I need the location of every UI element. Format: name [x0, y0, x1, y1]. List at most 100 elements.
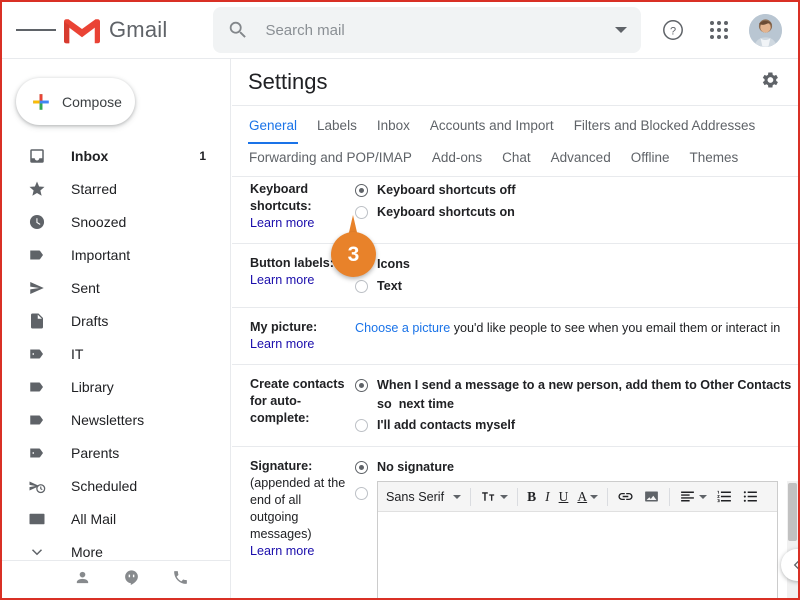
italic-icon[interactable]: I: [545, 489, 550, 505]
learn-more-link[interactable]: Learn more: [250, 215, 314, 232]
setting-label: Signature: (appended at the end of all o…: [250, 458, 348, 598]
gear-icon[interactable]: [760, 70, 780, 95]
chevron-down-icon: [27, 542, 47, 562]
signature-toolbar: Sans Serif B I U A: [378, 482, 777, 512]
font-family-dropdown[interactable]: Sans Serif: [386, 489, 462, 504]
person-icon[interactable]: [74, 569, 91, 591]
chevron-down-icon: [590, 494, 599, 499]
link-icon[interactable]: [617, 488, 634, 505]
setting-options: Choose a picture you'd like people to se…: [348, 319, 798, 353]
sidebar-item-snoozed[interactable]: Snoozed: [2, 205, 220, 238]
help-icon[interactable]: ?: [657, 14, 689, 46]
my-picture-description: Choose a picture you'd like people to se…: [355, 319, 798, 338]
sidebar-item-important[interactable]: Important: [2, 238, 220, 271]
radio-text[interactable]: [355, 280, 368, 293]
gmail-logo[interactable]: Gmail: [64, 17, 167, 44]
plus-icon: [33, 93, 49, 110]
inbox-icon: [27, 146, 47, 166]
format-size-icon[interactable]: [480, 488, 509, 505]
sidebar-item-inbox[interactable]: Inbox 1: [2, 139, 220, 172]
sidebar: Compose Inbox 1 Starred Snoozed Importan…: [2, 59, 231, 598]
radio-add-contacts-myself[interactable]: [355, 419, 368, 432]
toolbar-divider: [470, 487, 472, 506]
app-header: Gmail ?: [2, 2, 798, 59]
tab-accounts-and-import[interactable]: Accounts and Import: [429, 114, 555, 144]
setting-options: Icons Text: [348, 255, 798, 296]
sidebar-item-starred[interactable]: Starred: [2, 172, 220, 205]
option-add-contacts-myself[interactable]: I'll add contacts myself: [355, 416, 798, 435]
radio-auto-add-contacts[interactable]: [355, 379, 368, 392]
draft-icon: [27, 311, 47, 331]
option-text[interactable]: Text: [355, 277, 798, 296]
search-input[interactable]: [265, 21, 608, 39]
settings-tabs: General Labels Inbox Accounts and Import…: [232, 106, 798, 177]
align-left-icon[interactable]: [679, 488, 708, 505]
text-color-letter: A: [577, 488, 588, 504]
apps-grid-icon[interactable]: [703, 14, 735, 46]
sidebar-item-sent[interactable]: Sent: [2, 271, 220, 304]
signature-text-area[interactable]: [378, 512, 777, 598]
option-keyboard-shortcuts-on[interactable]: Keyboard shortcuts on: [355, 203, 798, 222]
choose-a-picture-link[interactable]: Choose a picture: [355, 321, 450, 335]
radio-no-signature[interactable]: [355, 461, 368, 474]
radio-icons[interactable]: [355, 258, 368, 271]
bold-icon[interactable]: B: [527, 489, 536, 505]
radio-custom-signature[interactable]: [355, 487, 368, 500]
hamburger-icon[interactable]: [16, 10, 56, 50]
phone-icon[interactable]: [172, 569, 189, 591]
sidebar-item-label: Scheduled: [71, 477, 138, 494]
chevron-down-icon: [500, 494, 509, 499]
toolbar-divider: [669, 487, 671, 506]
option-icons[interactable]: Icons: [355, 255, 798, 274]
tab-general[interactable]: General: [248, 114, 299, 144]
sidebar-item-parents[interactable]: Parents: [2, 436, 220, 469]
learn-more-link[interactable]: Learn more: [250, 336, 314, 353]
send-icon: [27, 278, 47, 298]
option-auto-add-contacts[interactable]: When I send a message to a new person, a…: [355, 376, 798, 414]
sidebar-item-label: Newsletters: [71, 411, 145, 428]
option-keyboard-shortcuts-off[interactable]: Keyboard shortcuts off: [355, 181, 798, 200]
signature-editor[interactable]: Sans Serif B I U A: [377, 481, 778, 598]
header-actions: ?: [657, 13, 784, 47]
search-icon: [230, 21, 247, 38]
sidebar-item-drafts[interactable]: Drafts: [2, 304, 220, 337]
tab-labels[interactable]: Labels: [316, 114, 358, 144]
page-title: Settings: [248, 69, 328, 94]
compose-button[interactable]: Compose: [16, 78, 135, 125]
my-picture-rest-text: you'd like people to see when you email …: [450, 321, 781, 335]
hangouts-icon[interactable]: [123, 569, 140, 591]
setting-options: Keyboard shortcuts off Keyboard shortcut…: [348, 181, 798, 232]
tab-filters-and-blocked-addresses[interactable]: Filters and Blocked Addresses: [573, 114, 757, 144]
setting-my-picture: My picture: Learn more Choose a picture …: [232, 308, 798, 365]
avatar[interactable]: [749, 13, 782, 47]
toolbar-divider: [607, 487, 609, 506]
text-color-icon[interactable]: A: [577, 488, 599, 505]
numbered-list-icon[interactable]: [716, 488, 733, 505]
underline-icon[interactable]: U: [559, 489, 569, 505]
image-icon[interactable]: [643, 488, 660, 505]
font-family-value: Sans Serif: [386, 489, 445, 504]
setting-label-line2: shortcuts:: [250, 199, 312, 213]
tab-inbox[interactable]: Inbox: [376, 114, 411, 144]
search-bar[interactable]: [213, 7, 642, 53]
sidebar-item-library[interactable]: Library: [2, 370, 220, 403]
sidebar-item-newsletters[interactable]: Newsletters: [2, 403, 220, 436]
sidebar-item-label: Snoozed: [71, 213, 127, 230]
sidebar-item-it[interactable]: IT: [2, 337, 220, 370]
search-options-chevron-down-icon[interactable]: [615, 27, 628, 33]
setting-label-line2: for auto-: [250, 394, 302, 408]
learn-more-link[interactable]: Learn more: [250, 272, 314, 289]
scrollbar-thumb[interactable]: [788, 483, 797, 541]
sidebar-item-label: Sent: [71, 279, 100, 296]
bulleted-list-icon[interactable]: [742, 488, 759, 505]
settings-header: Settings: [232, 59, 798, 106]
sidebar-item-label: IT: [71, 345, 84, 362]
learn-more-link[interactable]: Learn more: [250, 543, 314, 560]
radio-keyboard-shortcuts-on[interactable]: [355, 206, 368, 219]
option-no-signature[interactable]: No signature: [355, 458, 798, 477]
radio-keyboard-shortcuts-off[interactable]: [355, 184, 368, 197]
settings-tabs-row-1: General Labels Inbox Accounts and Import…: [248, 114, 782, 144]
sidebar-item-scheduled[interactable]: Scheduled: [2, 469, 220, 502]
sidebar-item-all-mail[interactable]: All Mail: [2, 502, 220, 535]
chevron-down-icon: [699, 494, 708, 499]
